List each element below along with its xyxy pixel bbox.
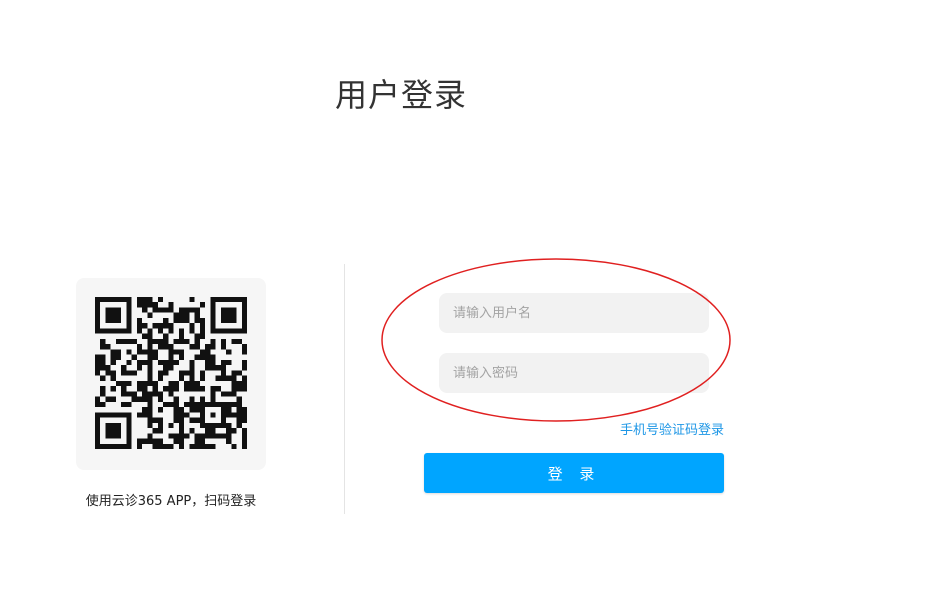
vertical-divider	[344, 264, 345, 514]
login-button[interactable]: 登 录	[424, 453, 724, 493]
page-title: 用户登录	[335, 76, 468, 114]
password-input[interactable]	[439, 353, 709, 393]
username-input[interactable]	[439, 293, 709, 333]
qr-code-image	[95, 297, 247, 449]
qr-caption: 使用云诊365 APP，扫码登录	[85, 494, 257, 509]
red-ellipse-annotation	[381, 258, 731, 422]
sms-login-link[interactable]: 手机号验证码登录	[620, 422, 724, 440]
login-page: 用户登录 使用云诊365 APP，扫码登录 手机号验证码登录 登 录	[0, 0, 942, 603]
qr-code-card	[76, 278, 266, 470]
